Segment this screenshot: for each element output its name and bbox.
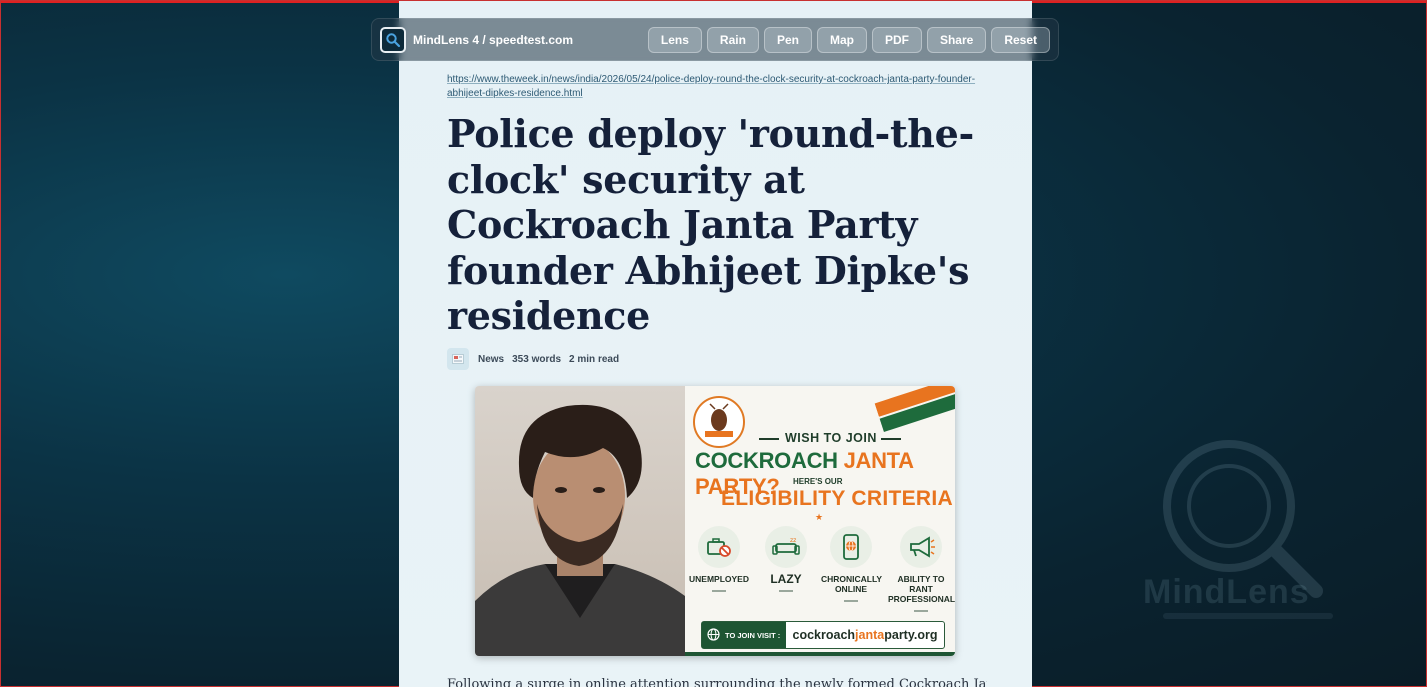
article-body-first-line: Following a surge in online attention su…	[447, 677, 987, 687]
divider-line	[779, 590, 793, 592]
phone-globe-icon	[830, 526, 872, 568]
criteria-label: LAZY	[770, 572, 802, 586]
site-part3: party.org	[884, 628, 938, 642]
map-button[interactable]: Map	[816, 26, 867, 53]
divider-line	[759, 438, 779, 440]
globe-icon	[707, 627, 720, 643]
criteria-item: CHRONICALLY ONLINE	[821, 526, 883, 602]
poster-visit-bar: TO JOIN VISIT : cockroach janta party.org	[701, 621, 945, 649]
reset-button[interactable]: Reset	[991, 26, 1050, 53]
poster-criteria-title: ELIGIBILITY CRITERIA	[721, 487, 953, 510]
mindlens-toolbar: MindLens 4 / speedtest.com Lens Rain Pen…	[371, 18, 1059, 61]
party-name-word1: COCKROACH	[695, 448, 838, 473]
star-icon: ★	[815, 512, 824, 522]
tricolor-corner-icon	[874, 386, 955, 433]
search-magnifier-icon[interactable]	[380, 26, 406, 53]
divider-line	[914, 610, 928, 612]
lens-button[interactable]: Lens	[647, 26, 702, 53]
meta-category: News	[478, 353, 505, 365]
svg-text:zz: zz	[790, 537, 796, 544]
visit-text: TO JOIN VISIT :	[725, 630, 781, 640]
founder-photo	[475, 386, 685, 656]
divider-line	[844, 600, 858, 602]
toolbar-button-group: Lens Rain Pen Map PDF Share Reset	[647, 26, 1050, 53]
poster-wish-to-join: WISH TO JOIN	[785, 431, 877, 445]
site-part1: cockroach	[792, 628, 856, 642]
article-url-link[interactable]: https://www.theweek.in/news/india/2026/0…	[447, 73, 987, 101]
megaphone-icon	[900, 526, 942, 568]
meta-word-count: 353 words	[512, 353, 562, 365]
criteria-item: zz LAZY	[756, 526, 816, 592]
criteria-label: CHRONICALLY ONLINE	[821, 574, 883, 594]
eligibility-poster: WISH TO JOIN COCKROACH JANTA PARTY? HERE…	[685, 386, 955, 656]
poster-bottom-stripe	[685, 652, 955, 656]
poster-website: cockroach janta party.org	[786, 622, 944, 648]
site-part2: janta	[855, 628, 885, 642]
criteria-item: ABILITY TO RANT PROFESSIONALLY	[888, 526, 955, 612]
sofa-icon: zz	[765, 526, 807, 568]
article-headline: Police deploy 'round-the-clock' security…	[447, 111, 974, 338]
poster-heres-our: HERE'S OUR	[793, 477, 843, 486]
pen-button[interactable]: Pen	[763, 26, 812, 53]
divider-line	[881, 438, 901, 440]
criteria-label: UNEMPLOYED	[689, 574, 749, 584]
watermark-text: MindLens	[1143, 573, 1310, 611]
criteria-label: ABILITY TO RANT PROFESSIONALLY	[888, 574, 955, 604]
toolbar-title: MindLens 4 / speedtest.com	[413, 32, 574, 47]
poster-visit-label: TO JOIN VISIT :	[702, 622, 786, 648]
pdf-button[interactable]: PDF	[871, 26, 922, 53]
article-hero-image: WISH TO JOIN COCKROACH JANTA PARTY? HERE…	[475, 386, 955, 656]
criteria-item: UNEMPLOYED	[689, 526, 749, 592]
party-emblem-icon	[693, 396, 745, 448]
rain-button[interactable]: Rain	[706, 26, 759, 53]
article-page: https://www.theweek.in/news/india/2026/0…	[399, 1, 1032, 687]
article-meta: News 353 words 2 min read	[447, 348, 627, 370]
divider-line	[712, 590, 726, 592]
briefcase-ban-icon	[698, 526, 740, 568]
watermark-subline	[1163, 613, 1333, 619]
meta-read-time: 2 min read	[569, 353, 620, 365]
newspaper-icon	[447, 348, 469, 370]
share-button[interactable]: Share	[926, 26, 987, 53]
